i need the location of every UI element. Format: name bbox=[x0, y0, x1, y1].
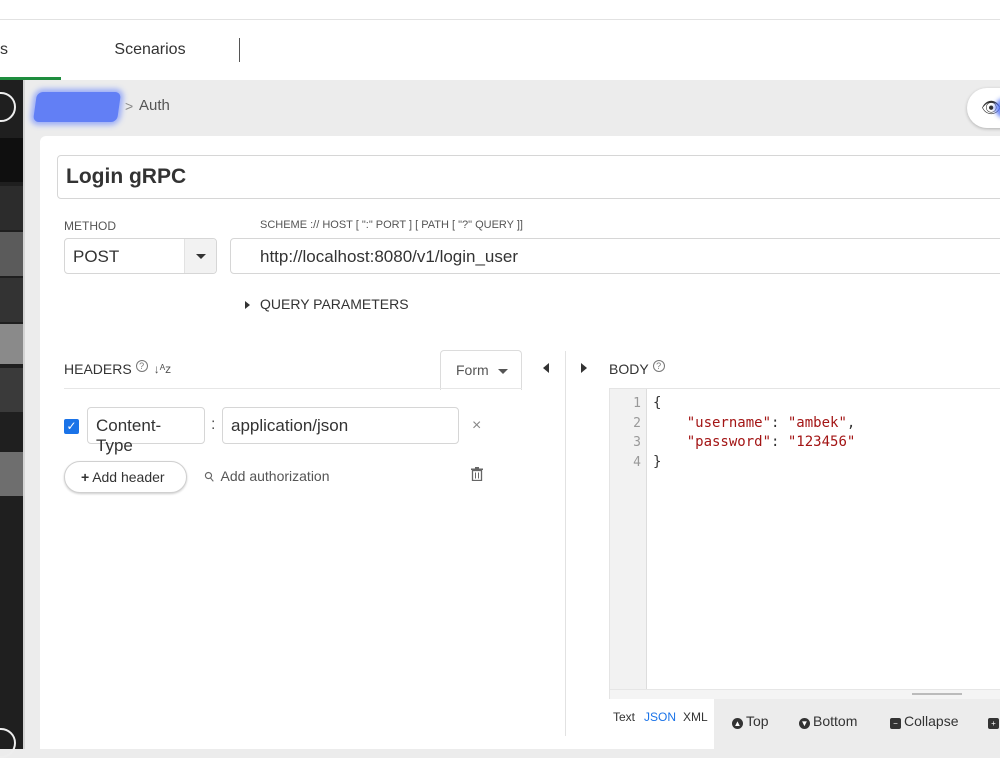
breadcrumb-redacted-item[interactable] bbox=[32, 92, 122, 122]
add-header-label: Add header bbox=[92, 469, 165, 485]
method-value: POST bbox=[73, 247, 120, 266]
header-value-input[interactable]: application/json bbox=[222, 407, 459, 444]
headers-heading: HEADERS? ↓ᴬz bbox=[64, 360, 171, 377]
sidebar-item[interactable] bbox=[0, 232, 23, 276]
window-top-strip bbox=[0, 0, 1000, 20]
format-text[interactable]: Text bbox=[613, 710, 635, 724]
sidebar-circle-icon[interactable] bbox=[0, 92, 16, 122]
add-header-button[interactable]: + Add header bbox=[64, 461, 187, 493]
plus-square-icon: + bbox=[988, 718, 999, 729]
json-value: "123456" bbox=[787, 434, 856, 450]
headers-title: HEADERS bbox=[64, 361, 132, 377]
preview-toggle-button[interactable]: 👁 bbox=[967, 88, 1000, 128]
sidebar-item[interactable] bbox=[0, 138, 23, 182]
expand-button[interactable]: + bbox=[988, 713, 1000, 729]
method-select[interactable]: POST bbox=[64, 238, 217, 274]
tab-bar: s Scenarios bbox=[0, 20, 1000, 80]
scrollbar-thumb[interactable] bbox=[912, 693, 962, 695]
arrow-down-icon: ▼ bbox=[799, 718, 810, 729]
url-input[interactable]: http://localhost:8080/v1/login_user bbox=[230, 238, 1000, 274]
header-colon: : bbox=[211, 416, 216, 433]
body-heading: BODY? bbox=[609, 360, 665, 377]
query-parameters-toggle[interactable]: QUERY PARAMETERS bbox=[245, 296, 409, 312]
breadcrumb: > Auth 👁 bbox=[25, 80, 1000, 136]
method-dropdown-toggle[interactable] bbox=[184, 239, 216, 273]
breadcrumb-separator: > bbox=[125, 98, 134, 114]
help-icon[interactable]: ? bbox=[135, 360, 148, 372]
body-code-editor[interactable]: 1 2 3 4 { "username": "ambek", "password… bbox=[609, 388, 1000, 699]
editor-horizontal-scrollbar[interactable] bbox=[610, 689, 1000, 699]
sort-az-icon[interactable]: ↓ᴬz bbox=[154, 362, 171, 376]
headers-mode-dropdown[interactable]: Form bbox=[440, 350, 522, 390]
arrow-up-icon: ▲ bbox=[732, 718, 743, 729]
caret-right-icon bbox=[245, 301, 250, 310]
editor-gutter: 1 2 3 4 bbox=[610, 389, 647, 689]
tab-divider bbox=[239, 38, 240, 62]
method-label: METHOD bbox=[64, 219, 116, 233]
scroll-bottom-button[interactable]: ▼ Bottom bbox=[799, 713, 857, 729]
headers-mode-label: Form bbox=[456, 362, 489, 378]
sidebar-item[interactable] bbox=[0, 368, 23, 412]
format-xml[interactable]: XML bbox=[683, 710, 708, 724]
sidebar-item[interactable] bbox=[0, 452, 23, 496]
remove-header-icon[interactable]: × bbox=[472, 417, 481, 435]
line-number: 1 bbox=[633, 396, 641, 411]
code-line: } bbox=[653, 454, 662, 470]
body-title: BODY bbox=[609, 361, 649, 377]
add-authorization-label: Add authorization bbox=[220, 468, 330, 484]
request-name-input[interactable]: Login gRPC bbox=[57, 155, 1000, 199]
query-parameters-label: QUERY PARAMETERS bbox=[260, 296, 409, 312]
headers-divider bbox=[64, 388, 522, 389]
key-icon: ⚲ bbox=[200, 467, 218, 486]
format-json[interactable]: JSON bbox=[644, 710, 676, 724]
json-key: "password" bbox=[686, 434, 772, 450]
tab-active-partial[interactable]: s bbox=[0, 20, 61, 80]
line-number: 4 bbox=[633, 455, 641, 470]
json-value: "ambek" bbox=[787, 415, 847, 431]
sidebar-item[interactable] bbox=[0, 324, 23, 364]
chevron-down-icon bbox=[196, 254, 206, 259]
code-line: { bbox=[653, 395, 662, 411]
tab-active-label: s bbox=[0, 41, 8, 58]
sidebar-circle-icon[interactable] bbox=[0, 728, 16, 758]
code-line: "password": "123456" bbox=[686, 434, 856, 450]
breadcrumb-current[interactable]: Auth bbox=[139, 97, 170, 114]
editor-toolbar: ▲ Top ▼ Bottom − Collapse + bbox=[714, 699, 1000, 749]
sidebar-item[interactable] bbox=[0, 186, 23, 230]
sidebar-item[interactable] bbox=[0, 278, 23, 322]
add-authorization-link[interactable]: ⚲ Add authorization bbox=[201, 468, 330, 486]
line-number: 3 bbox=[633, 435, 641, 450]
chevron-down-icon bbox=[498, 369, 508, 374]
pane-splitter[interactable] bbox=[565, 351, 566, 736]
url-format-label: SCHEME :// HOST [ ":" PORT ] [ PATH [ "?… bbox=[260, 219, 523, 231]
body-format-switcher: Text JSON XML bbox=[609, 699, 714, 749]
plus-icon: + bbox=[81, 469, 90, 485]
collapse-button[interactable]: − Collapse bbox=[890, 713, 958, 729]
collapse-left-icon[interactable] bbox=[543, 363, 549, 373]
minus-square-icon: − bbox=[890, 718, 901, 729]
json-key: "username" bbox=[686, 415, 772, 431]
request-editor-card: Login gRPC METHOD SCHEME :// HOST [ ":" … bbox=[40, 136, 1000, 749]
header-enabled-checkbox[interactable]: ✓ bbox=[64, 419, 79, 434]
code-line: "username": "ambek", bbox=[686, 415, 856, 431]
expand-right-icon[interactable] bbox=[581, 363, 587, 373]
line-number: 2 bbox=[633, 416, 641, 431]
header-key-input[interactable]: Content-Type bbox=[87, 407, 205, 455]
sidebar-border bbox=[23, 80, 25, 749]
left-sidebar bbox=[0, 80, 23, 758]
tab-scenarios[interactable]: Scenarios bbox=[61, 20, 239, 80]
scroll-top-button[interactable]: ▲ Top bbox=[732, 713, 769, 729]
help-icon[interactable]: ? bbox=[652, 360, 665, 372]
trash-icon[interactable] bbox=[471, 467, 483, 481]
